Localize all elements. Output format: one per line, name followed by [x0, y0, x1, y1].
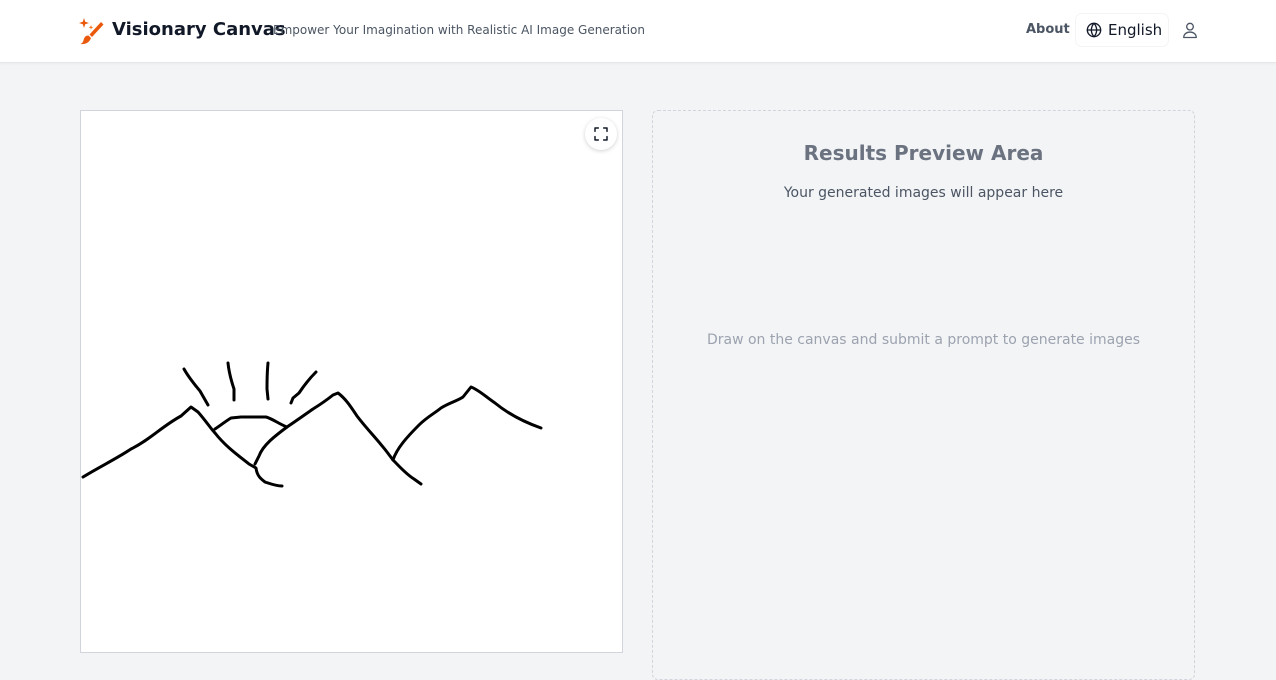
fullscreen-button[interactable]	[585, 118, 617, 150]
top-header: Visionary Canvas Empower Your Imaginatio…	[0, 0, 1276, 63]
tagline: Empower Your Imagination with Realistic …	[273, 23, 645, 37]
results-hint: Draw on the canvas and submit a prompt t…	[706, 332, 1141, 348]
about-link[interactable]: About	[1026, 22, 1070, 37]
results-title: Results Preview Area	[803, 141, 1044, 165]
canvas-sketch	[81, 361, 543, 488]
paintbrush-sparkle-icon[interactable]	[75, 16, 105, 46]
results-subtitle: Your generated images will appear here	[783, 185, 1064, 201]
language-label: English	[1108, 21, 1163, 39]
fullscreen-icon	[594, 127, 608, 141]
user-icon[interactable]	[1180, 20, 1200, 40]
globe-icon	[1086, 22, 1102, 38]
language-selector[interactable]: English	[1076, 14, 1168, 46]
results-preview-area: Results Preview Area Your generated imag…	[652, 110, 1195, 680]
brand-name[interactable]: Visionary Canvas	[112, 19, 286, 40]
drawing-canvas[interactable]	[80, 110, 623, 653]
